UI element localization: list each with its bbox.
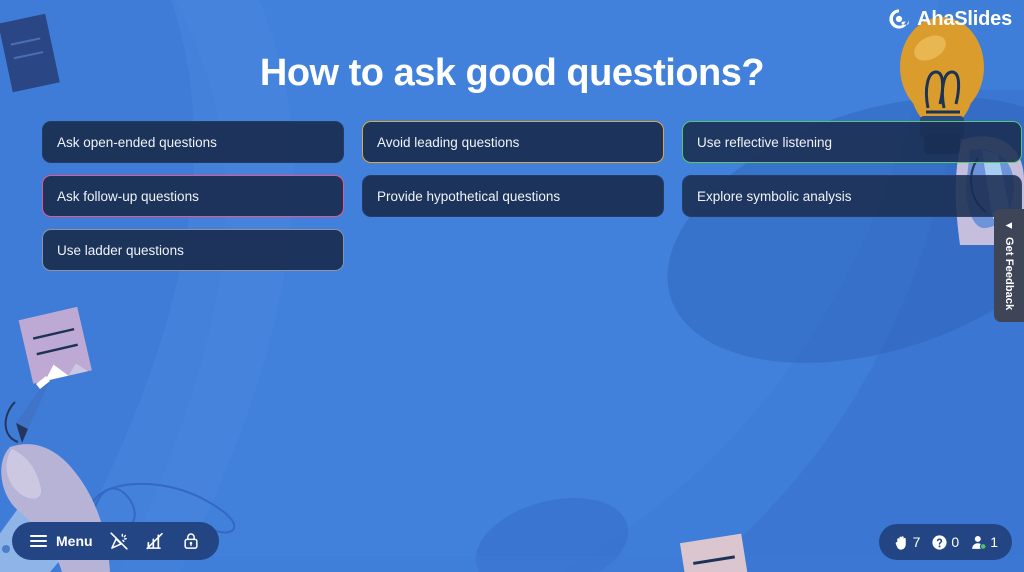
slide-stage: AhaSlides How to ask good questions? Ask… [0, 0, 1024, 572]
menu-button[interactable]: Menu [30, 533, 93, 549]
pink-note-decoration [679, 533, 751, 572]
get-feedback-label: Get Feedback [1003, 237, 1015, 311]
logo-wordmark: AhaSlides [917, 8, 1012, 30]
idea-card[interactable]: Ask follow-up questions [42, 175, 344, 217]
idea-card[interactable]: Avoid leading questions [362, 121, 664, 163]
ahaslides-circle-mark [889, 9, 909, 29]
bottom-toolbar: Menu [12, 522, 219, 560]
participant-counters: 7 0 1 [878, 524, 1012, 560]
lock-icon[interactable] [181, 531, 201, 551]
chevron-left-icon: ▲ [1002, 220, 1015, 232]
party-popper-off-icon[interactable] [109, 531, 129, 551]
questions-counter[interactable]: 0 [931, 534, 959, 551]
ahaslides-logo: AhaSlides [888, 8, 1012, 30]
raised-hands-counter[interactable]: 7 [893, 534, 921, 551]
bar-chart-off-icon[interactable] [145, 531, 165, 551]
menu-label: Menu [56, 533, 93, 549]
hamburger-menu-icon [30, 534, 47, 548]
idea-card[interactable]: Provide hypothetical questions [362, 175, 664, 217]
grid-spacer [362, 229, 664, 271]
participants-count: 1 [990, 534, 998, 550]
grid-spacer [682, 229, 1022, 271]
idea-card[interactable]: Use reflective listening [682, 121, 1022, 163]
raised-hands-count: 7 [912, 534, 921, 550]
participants-counter[interactable]: 1 [970, 534, 998, 551]
slide-title: How to ask good questions? [259, 52, 765, 94]
idea-card[interactable]: Explore symbolic analysis [682, 175, 1022, 217]
idea-card[interactable]: Use ladder questions [42, 229, 344, 271]
idea-cards-grid: Ask open-ended questions Avoid leading q… [42, 121, 1024, 271]
questions-count: 0 [951, 534, 960, 550]
question-circle-icon [932, 534, 947, 550]
idea-card[interactable]: Ask open-ended questions [42, 121, 344, 163]
person-online-icon [972, 535, 987, 550]
raised-hand-icon [895, 535, 906, 550]
get-feedback-tab[interactable]: ▲ Get Feedback [994, 209, 1024, 322]
